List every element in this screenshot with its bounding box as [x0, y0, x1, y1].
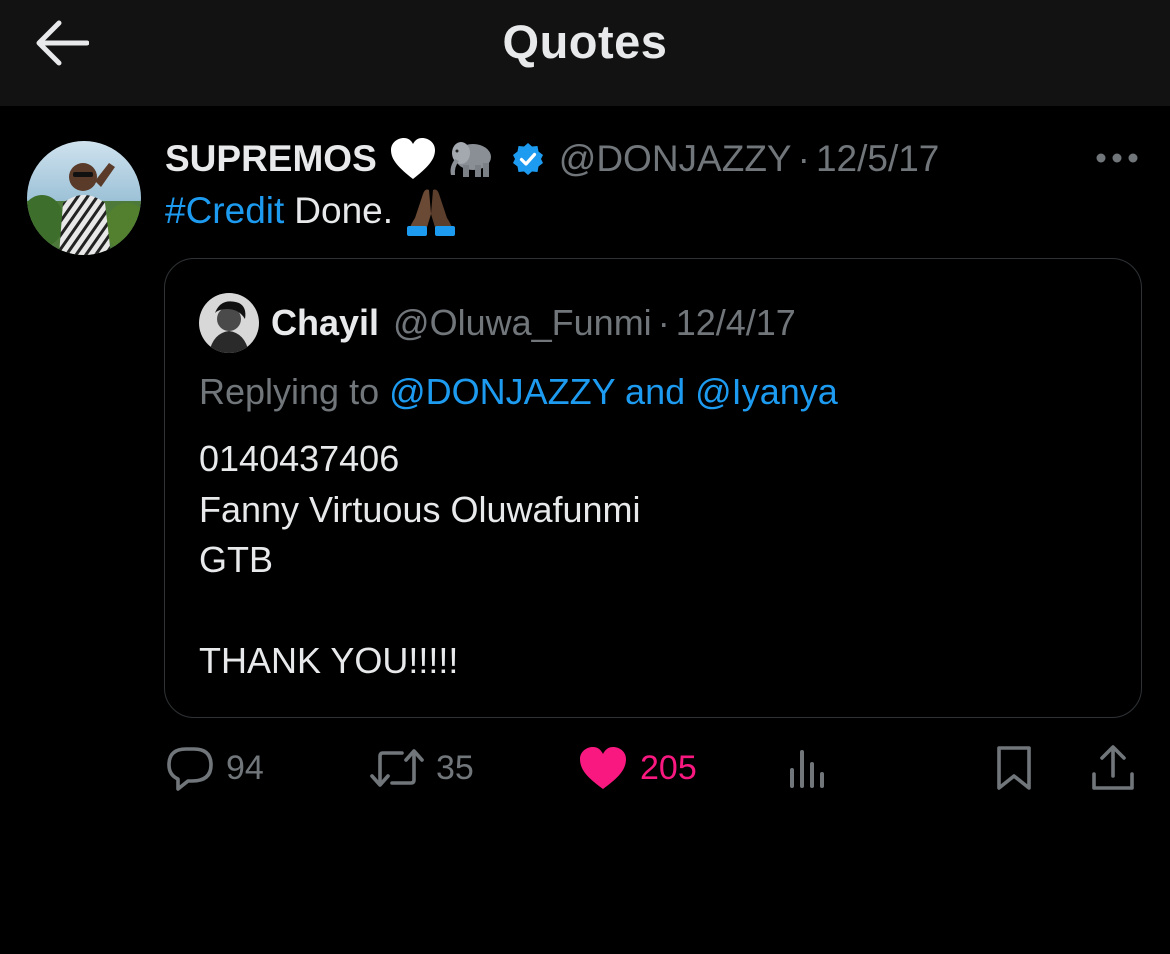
bookmark-icon: [997, 746, 1031, 790]
more-options-button[interactable]: [1090, 140, 1144, 176]
tweet-body: Done.: [294, 190, 394, 231]
tweet-header: SUPREMOS @DONJAZZY · 12/5/17: [165, 134, 939, 184]
more-dots-icon: [1096, 153, 1138, 163]
quoted-line: THANK YOU!!!!!: [199, 640, 459, 681]
comment-icon: [167, 747, 213, 791]
page-title: Quotes: [502, 15, 668, 68]
bookmark-button[interactable]: [994, 740, 1034, 796]
profile-photo: [27, 141, 141, 255]
mention-link-donjazzy[interactable]: @DONJAZZY: [389, 371, 615, 412]
views-chart-icon: [790, 750, 824, 788]
replying-prefix: Replying to: [199, 371, 380, 412]
reply-count: 94: [226, 748, 264, 787]
heart-filled-icon: [580, 747, 626, 789]
retweet-button[interactable]: 35: [370, 740, 474, 796]
verified-badge-icon: [511, 142, 545, 176]
retweet-count: 35: [436, 748, 474, 787]
like-button[interactable]: 205: [578, 740, 697, 796]
separator-dot: ·: [797, 138, 810, 179]
quoted-line: GTB: [199, 539, 274, 580]
mention-link-iyanya[interactable]: @Iyanya: [695, 371, 838, 412]
elephant-emoji: [447, 139, 497, 179]
replying-and: and: [625, 371, 686, 412]
share-icon: [1092, 745, 1134, 790]
quoted-line: 0140437406: [199, 438, 400, 479]
quoted-avatar[interactable]: [199, 293, 259, 353]
tweet-date[interactable]: 12/5/17: [816, 138, 939, 180]
quoted-body: 0140437406 Fanny Virtuous Oluwafunmi GTB…: [199, 434, 641, 687]
quoted-header: Chayil @Oluwa_Funmi · 12/4/17: [271, 299, 796, 347]
tweet-text: #Credit Done.: [165, 186, 457, 236]
quoted-handle: @Oluwa_Funmi: [393, 302, 652, 343]
avatar[interactable]: [27, 141, 141, 255]
user-handle[interactable]: @DONJAZZY: [559, 138, 792, 180]
display-name[interactable]: SUPREMOS: [165, 138, 377, 180]
retweet-icon: [370, 749, 424, 787]
folded-hands-emoji: [405, 186, 457, 236]
share-button[interactable]: [1090, 740, 1136, 796]
reply-button[interactable]: 94: [166, 740, 264, 796]
tweet-actions: 94 35 205: [0, 740, 1170, 796]
hashtag-link[interactable]: #Credit: [165, 190, 284, 232]
views-button[interactable]: [788, 740, 830, 796]
white-heart-emoji: [389, 137, 437, 181]
quoted-separator-dot: ·: [657, 302, 670, 343]
replying-to: Replying to @DONJAZZY and @Iyanya: [199, 371, 838, 413]
quoted-line: Fanny Virtuous Oluwafunmi: [199, 488, 641, 530]
like-count: 205: [640, 748, 697, 787]
quoted-tweet-card[interactable]: Chayil @Oluwa_Funmi · 12/4/17 Replying t…: [164, 258, 1142, 718]
top-bar: Quotes: [0, 0, 1170, 106]
quoted-line: [199, 586, 641, 637]
quoted-display-name: Chayil: [271, 302, 380, 343]
quoted-date: 12/4/17: [675, 302, 796, 343]
